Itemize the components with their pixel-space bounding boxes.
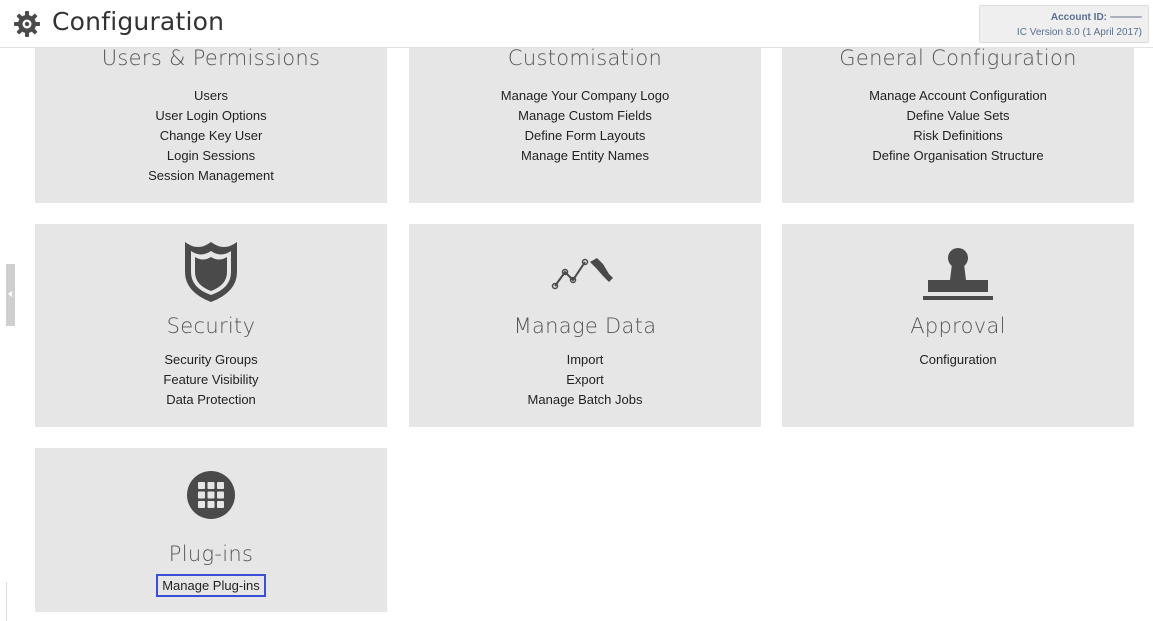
link-manage-plugins[interactable]: Manage Plug-ins (35, 574, 387, 597)
shield-icon (185, 242, 237, 302)
card-links: Users User Login Options Change Key User… (35, 86, 387, 186)
link-define-value-sets[interactable]: Define Value Sets (782, 106, 1134, 126)
link-define-organisation-structure[interactable]: Define Organisation Structure (782, 146, 1134, 166)
link-users[interactable]: Users (35, 86, 387, 106)
link-manage-entity-names[interactable]: Manage Entity Names (409, 146, 761, 166)
data-tools-icon (551, 258, 613, 290)
link-import[interactable]: Import (409, 350, 761, 370)
link-export[interactable]: Export (409, 370, 761, 390)
gear-icon (14, 11, 40, 37)
page-header: Configuration Account ID: IC Version 8.0… (0, 0, 1153, 48)
card-customisation: Customisation Manage Your Company Logo M… (409, 48, 761, 203)
page-title: Configuration (52, 7, 225, 36)
version-label: IC Version 8.0 (1 April 2017) (1016, 27, 1142, 38)
card-title: Customisation (507, 48, 663, 70)
link-login-sessions[interactable]: Login Sessions (35, 146, 387, 166)
link-security-groups[interactable]: Security Groups (35, 350, 387, 370)
card-approval: Approval Configuration (782, 224, 1134, 427)
card-links: Import Export Manage Batch Jobs (409, 350, 761, 410)
account-id-redacted (1110, 16, 1142, 19)
card-links: Manage Plug-ins (35, 574, 387, 597)
card-title: Users & Permissions (101, 48, 321, 70)
card-links: Configuration (782, 350, 1134, 370)
card-security: Security Security Groups Feature Visibil… (35, 224, 387, 427)
link-manage-batch-jobs[interactable]: Manage Batch Jobs (409, 390, 761, 410)
link-change-key-user[interactable]: Change Key User (35, 126, 387, 146)
card-title: Approval (910, 314, 1006, 338)
card-links: Manage Account Configuration Define Valu… (782, 86, 1134, 166)
link-approval-configuration[interactable]: Configuration (782, 350, 1134, 370)
card-links: Security Groups Feature Visibility Data … (35, 350, 387, 410)
link-session-management[interactable]: Session Management (35, 166, 387, 186)
card-links: Manage Your Company Logo Manage Custom F… (409, 86, 761, 166)
stamp-icon (923, 248, 993, 300)
card-manage-data: Manage Data Import Export Manage Batch J… (409, 224, 761, 427)
link-feature-visibility[interactable]: Feature Visibility (35, 370, 387, 390)
account-id-label: Account ID: (1050, 12, 1107, 23)
card-users-permissions: Users & Permissions Users User Login Opt… (35, 48, 387, 203)
link-define-form-layouts[interactable]: Define Form Layouts (409, 126, 761, 146)
grid-icon (187, 471, 235, 519)
config-grid: Users & Permissions Users User Login Opt… (0, 48, 1153, 621)
link-manage-company-logo[interactable]: Manage Your Company Logo (409, 86, 761, 106)
link-risk-definitions[interactable]: Risk Definitions (782, 126, 1134, 146)
card-general-configuration: General Configuration Manage Account Con… (782, 48, 1134, 203)
card-title: Plug-ins (168, 542, 254, 566)
card-title: Security (166, 314, 256, 338)
link-manage-account-configuration[interactable]: Manage Account Configuration (782, 86, 1134, 106)
link-manage-plugins-label[interactable]: Manage Plug-ins (156, 574, 266, 597)
link-data-protection[interactable]: Data Protection (35, 390, 387, 410)
card-title: General Configuration (839, 48, 1077, 70)
account-info: Account ID: IC Version 8.0 (1 April 2017… (979, 5, 1149, 43)
link-manage-custom-fields[interactable]: Manage Custom Fields (409, 106, 761, 126)
link-user-login-options[interactable]: User Login Options (35, 106, 387, 126)
card-plugins: Plug-ins Manage Plug-ins (35, 448, 387, 612)
card-title: Manage Data (513, 314, 657, 338)
